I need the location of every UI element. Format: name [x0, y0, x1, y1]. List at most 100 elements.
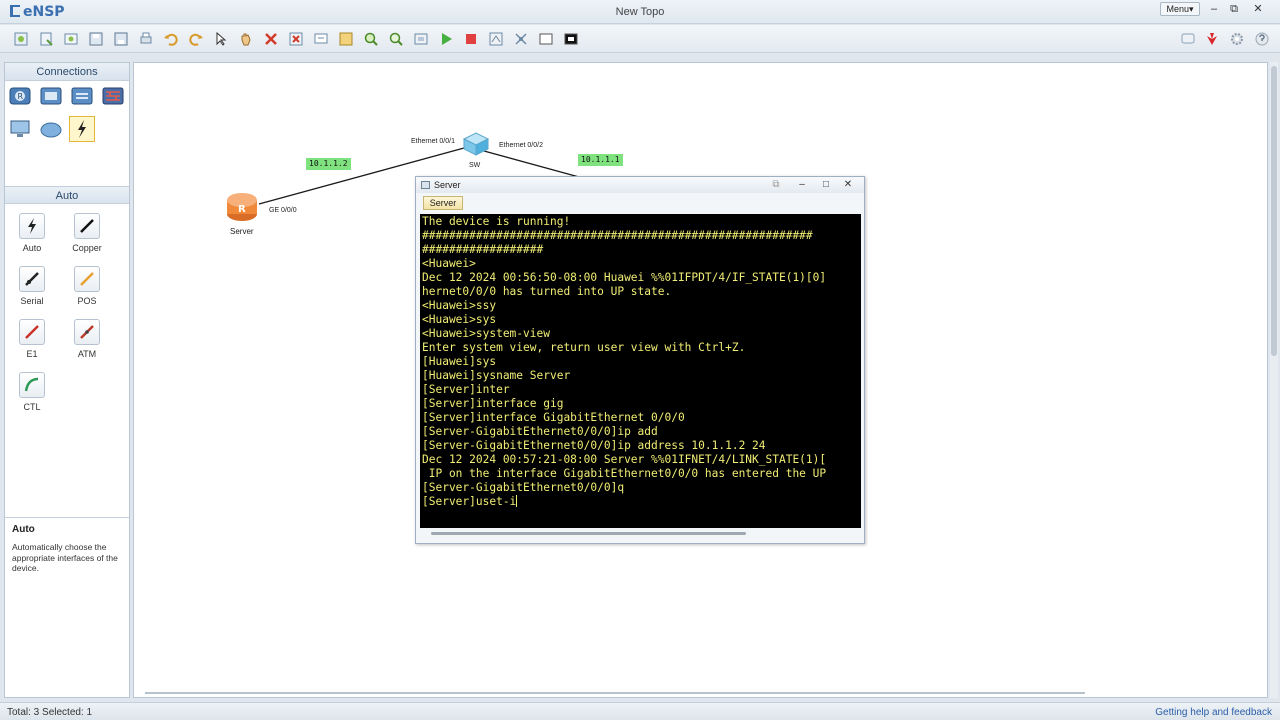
- delete-icon[interactable]: [263, 31, 279, 47]
- tool-label: POS: [77, 296, 97, 306]
- terminal-input[interactable]: [Server]uset-i: [422, 495, 516, 508]
- topology-icon[interactable]: [513, 31, 529, 47]
- auto-cable-icon[interactable]: [19, 213, 45, 239]
- tool-label: E1: [26, 349, 38, 359]
- terminal-tab-server[interactable]: Server: [423, 196, 463, 210]
- terminal-maximize-button[interactable]: □: [818, 178, 834, 191]
- zoom-in-icon[interactable]: [363, 31, 379, 47]
- terminal-line: IP on the interface GigabitEthernet0/0/0…: [422, 467, 827, 480]
- grid-icon[interactable]: [538, 31, 554, 47]
- terminal-close-button[interactable]: ✕: [840, 178, 856, 191]
- router-port-label: GE 0/0/0: [269, 207, 297, 214]
- tool-e1[interactable]: E1: [10, 319, 54, 359]
- menu-button[interactable]: Menu▾: [1160, 2, 1200, 16]
- pos-cable-icon[interactable]: [74, 266, 100, 292]
- tool-copper[interactable]: Copper: [65, 213, 109, 253]
- cloud-icon[interactable]: [39, 117, 63, 141]
- print-icon[interactable]: [138, 31, 154, 47]
- terminal-prompt-line[interactable]: [Server]uset-i: [422, 495, 859, 509]
- help-icon[interactable]: [1254, 31, 1270, 47]
- ctl-cable-icon[interactable]: [19, 372, 45, 398]
- terminal-line: <Huawei>: [422, 257, 476, 270]
- terminal-line: ########################################…: [422, 229, 813, 242]
- settings-icon[interactable]: [1229, 31, 1245, 47]
- connections-header: Connections: [5, 63, 129, 81]
- wlan-icon[interactable]: [70, 84, 94, 108]
- ip-label-left: 10.1.1.2: [306, 158, 351, 170]
- tool-auto[interactable]: Auto: [10, 213, 54, 253]
- terminal-line: [Server-GigabitEthernet0/0/0]ip address …: [422, 439, 766, 452]
- terminal-line: [Server]interface GigabitEthernet 0/0/0: [422, 411, 685, 424]
- switch-name: SW: [469, 162, 481, 169]
- new-lab-icon[interactable]: [38, 31, 54, 47]
- scrollbar-thumb[interactable]: [1271, 66, 1277, 356]
- terminal-horizontal-scrollbar[interactable]: [431, 532, 746, 535]
- text-icon[interactable]: [313, 31, 329, 47]
- close-button[interactable]: ✕: [1248, 2, 1268, 16]
- terminal-line: [Server-GigabitEthernet0/0/0]q: [422, 481, 625, 494]
- terminal-line: [Server]inter: [422, 383, 510, 396]
- canvas-vertical-scrollbar[interactable]: [1270, 62, 1278, 698]
- router-icon[interactable]: R: [225, 191, 259, 223]
- minimize-button[interactable]: –: [1204, 2, 1224, 16]
- select-icon[interactable]: [213, 31, 229, 47]
- device-panel: Connections R Auto Auto Copper Serial PO…: [4, 62, 130, 698]
- pc-icon[interactable]: [8, 117, 32, 141]
- e1-cable-icon[interactable]: [19, 319, 45, 345]
- restore-layout-button[interactable]: ⧉: [768, 178, 784, 191]
- svg-text:R: R: [238, 204, 246, 215]
- huawei-icon[interactable]: [1204, 31, 1220, 47]
- copper-cable-icon[interactable]: [74, 213, 100, 239]
- open-icon[interactable]: [63, 31, 79, 47]
- terminal-title-bar[interactable]: Server ⧉ – □ ✕: [416, 177, 864, 193]
- connection-icon[interactable]: [69, 116, 95, 142]
- tool-atm[interactable]: ATM: [65, 319, 109, 359]
- start-icon[interactable]: [438, 31, 454, 47]
- terminal-line: [Server-GigabitEthernet0/0/0]ip add: [422, 425, 658, 438]
- switch-node[interactable]: [461, 131, 491, 157]
- terminal-line: [Huawei]sys: [422, 355, 497, 368]
- router-node[interactable]: R: [225, 191, 259, 223]
- terminal-line: <Huawei>ssy: [422, 299, 497, 312]
- serial-cable-icon[interactable]: [19, 266, 45, 292]
- canvas-horizontal-scrollbar[interactable]: [145, 692, 1085, 694]
- stop-icon[interactable]: [463, 31, 479, 47]
- undo-icon[interactable]: [163, 31, 179, 47]
- terminal-line: hernet0/0/0 has turned into UP state.: [422, 285, 672, 298]
- terminal-line: <Huawei>system-view: [422, 327, 550, 340]
- link-sw-right[interactable]: [483, 150, 580, 178]
- tool-ctl[interactable]: CTL: [10, 372, 54, 412]
- new-topo-icon[interactable]: [13, 31, 29, 47]
- delete-all-icon[interactable]: [288, 31, 304, 47]
- zoom-out-icon[interactable]: [388, 31, 404, 47]
- terminal-screen[interactable]: The device is running! #################…: [420, 214, 861, 528]
- terminal-line: [Server]interface gig: [422, 397, 564, 410]
- terminal-icon[interactable]: [563, 31, 579, 47]
- terminal-minimize-button[interactable]: –: [794, 178, 810, 191]
- terminal-line: ##################: [422, 243, 544, 256]
- firewall-icon[interactable]: [101, 84, 125, 108]
- save-as-icon[interactable]: [113, 31, 129, 47]
- chat-icon[interactable]: [1180, 31, 1196, 47]
- redo-icon[interactable]: [188, 31, 204, 47]
- svg-text:R: R: [18, 92, 24, 101]
- tool-label: CTL: [23, 402, 41, 412]
- palette-icon[interactable]: [338, 31, 354, 47]
- atm-cable-icon[interactable]: [74, 319, 100, 345]
- restore-button[interactable]: ⧉: [1224, 2, 1244, 16]
- switch-icon[interactable]: [461, 131, 491, 157]
- status-count: Total: 3 Selected: 1: [7, 707, 93, 718]
- save-icon[interactable]: [88, 31, 104, 47]
- switch-port-right: Ethernet 0/0/2: [499, 142, 543, 149]
- fit-icon[interactable]: [413, 31, 429, 47]
- switch-icon[interactable]: [39, 84, 63, 108]
- help-feedback-link[interactable]: Getting help and feedback: [1155, 707, 1272, 718]
- pan-icon[interactable]: [238, 31, 254, 47]
- tool-pos[interactable]: POS: [65, 266, 109, 306]
- capture-icon[interactable]: [488, 31, 504, 47]
- main-toolbar: [0, 25, 1280, 53]
- router-icon[interactable]: R: [8, 84, 32, 108]
- tool-label: Serial: [20, 296, 44, 306]
- tool-serial[interactable]: Serial: [10, 266, 54, 306]
- status-bar: Total: 3 Selected: 1 Getting help and fe…: [0, 702, 1280, 720]
